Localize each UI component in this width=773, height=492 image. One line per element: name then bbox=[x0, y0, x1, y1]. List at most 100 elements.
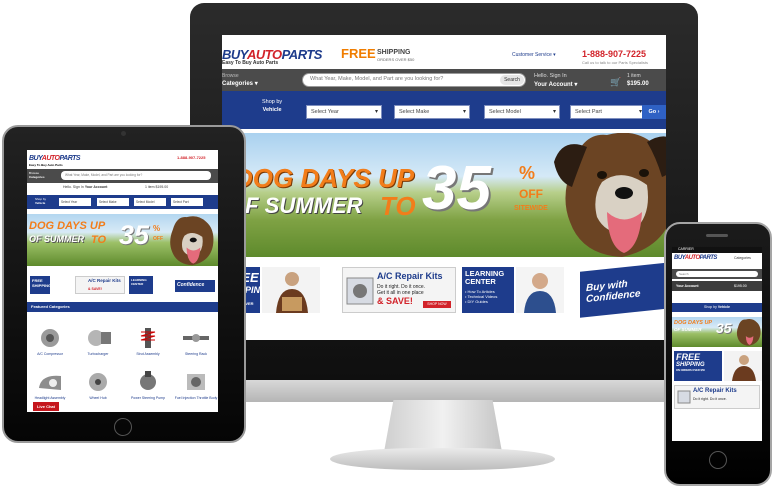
buy-with-confidence-tile[interactable]: Buy with Confidence bbox=[580, 262, 666, 318]
shop-by-vehicle-label: Shop by Vehicle bbox=[262, 99, 283, 113]
tablet-banner-35: 35 bbox=[119, 220, 150, 250]
cat-label-power-steering[interactable]: Power Steering Pump bbox=[126, 396, 170, 400]
banner-headline-1: DOG DAYS UP bbox=[234, 163, 415, 193]
ac-compressor-icon[interactable] bbox=[35, 326, 65, 350]
live-chat-button[interactable]: Live Chat bbox=[33, 402, 59, 411]
cart-icon[interactable]: 🛒 bbox=[610, 77, 621, 88]
chevron-down-icon: ▾ bbox=[574, 82, 578, 88]
shipping-subtext: ORDERS OVER $50 bbox=[377, 57, 415, 62]
tablet-camera bbox=[121, 131, 126, 136]
phone-screen: CARRIER BUYAUTOPARTS Categories Search Y… bbox=[672, 247, 762, 441]
tablet-learning-tile[interactable]: LEARNING CENTER bbox=[129, 276, 153, 294]
featured-categories-header: Featured Categories bbox=[27, 302, 218, 312]
select-make[interactable]: Select Make bbox=[394, 105, 470, 119]
learning-center-tile[interactable]: LEARNING CENTER • How To Articles • Techn… bbox=[462, 267, 514, 313]
ac-kit-image bbox=[346, 277, 374, 305]
categories-menu[interactable]: Categories ▾ bbox=[222, 80, 258, 87]
tablet-banner-off: OFF bbox=[153, 236, 163, 242]
chevron-down-icon: ▾ bbox=[553, 52, 556, 58]
tablet-banner-line1: DOG DAYS UP bbox=[29, 220, 106, 232]
cart-item-count: 1 item bbox=[627, 73, 641, 79]
search-placeholder: What Year, Make, Model, and Part are you… bbox=[310, 76, 444, 82]
phone-carrier: CARRIER bbox=[678, 247, 694, 251]
search-button[interactable]: Search bbox=[500, 75, 524, 85]
phone-categories-menu[interactable]: Categories bbox=[734, 256, 751, 260]
tablet-select-part[interactable]: Select Part bbox=[171, 198, 203, 206]
phone-logo[interactable]: BUYAUTOPARTS bbox=[674, 255, 717, 261]
cat-label-headlight[interactable]: Headlight Assembly bbox=[28, 396, 72, 400]
turbocharger-icon[interactable] bbox=[83, 326, 113, 350]
banner-35: 35 bbox=[422, 154, 491, 223]
phone-cart-price[interactable]: $195.00 bbox=[734, 284, 747, 288]
phone-home-button[interactable] bbox=[709, 451, 727, 469]
phone-promo-banner[interactable]: DOG DAYS UP OF SUMMER 35 bbox=[672, 317, 762, 347]
tablet-select-model[interactable]: Select Model bbox=[134, 198, 166, 206]
promo-tiles: FREE SHIPPING ORDERS OVER $50 A/C Repair… bbox=[222, 262, 666, 319]
headlight-icon[interactable] bbox=[35, 370, 65, 394]
phone-your-account[interactable]: Your Account bbox=[676, 284, 699, 288]
tablet-select-year[interactable]: Select Year bbox=[59, 198, 91, 206]
delivery-person-image bbox=[262, 267, 320, 313]
select-model[interactable]: Select Model bbox=[484, 105, 560, 119]
tablet-browse-categories[interactable]: Browse Categories bbox=[29, 171, 45, 179]
cat-label-ac-compressor[interactable]: A/C Compressor bbox=[28, 352, 72, 356]
desktop-monitor-stand bbox=[384, 400, 502, 452]
phone-shop-by-vehicle[interactable]: Shop by Vehicle bbox=[672, 303, 762, 312]
tablet-shop-by: Shop by Vehicle bbox=[35, 197, 47, 205]
your-account-menu[interactable]: Your Account ▾ bbox=[534, 81, 577, 88]
cat-label-strut-assembly[interactable]: Strut Assembly bbox=[126, 352, 170, 356]
cat-label-throttle-body[interactable]: Fuel Injection Throttle Body bbox=[174, 396, 218, 400]
phone-search-input[interactable]: Search bbox=[676, 271, 758, 277]
free-shipping-label: FREE bbox=[341, 46, 376, 61]
tablet-confidence-tile[interactable]: Confidence bbox=[175, 280, 215, 292]
site-tagline: Easy To Buy Auto Parts bbox=[222, 60, 279, 66]
tablet-phone[interactable]: 1-888-907-7225 bbox=[177, 155, 205, 160]
tablet-banner-to: TO bbox=[91, 234, 107, 246]
strut-assembly-icon[interactable] bbox=[133, 326, 163, 350]
shop-now-button[interactable]: SHOP NOW bbox=[423, 301, 451, 308]
banner-sitewide: SITEWIDE bbox=[514, 205, 548, 212]
customer-service-link[interactable]: Customer Service ▾ bbox=[512, 52, 556, 58]
phone-ac-tile[interactable]: A/C Repair Kits Do it right. Do it once. bbox=[674, 385, 760, 409]
select-year[interactable]: Select Year bbox=[306, 105, 382, 119]
phone-speaker bbox=[706, 234, 728, 237]
power-steering-pump-icon[interactable] bbox=[133, 370, 163, 394]
browse-label: Browse bbox=[222, 73, 239, 79]
chevron-down-icon: ▾ bbox=[254, 81, 258, 87]
banner-off: OFF bbox=[519, 187, 543, 201]
tablet-banner-percent: % bbox=[153, 224, 161, 233]
wheel-hub-icon[interactable] bbox=[83, 370, 113, 394]
tablet-select-make[interactable]: Select Make bbox=[97, 198, 129, 206]
promo-banner[interactable]: DOG DAYS UP OF SUMMER TO 35 % OFF SITEWI… bbox=[222, 133, 666, 257]
tablet-logo[interactable]: BUYAUTOPARTS bbox=[29, 155, 81, 162]
tablet-free-shipping-tile[interactable]: FREE SHIPPING bbox=[30, 276, 51, 294]
tablet-ac-tile[interactable]: A/C Repair Kits & SAVE! bbox=[75, 276, 125, 294]
tablet-account[interactable]: Hello. Sign In Your Account bbox=[63, 185, 107, 189]
banner-headline-2: OF SUMMER bbox=[228, 193, 363, 218]
banner-to: TO bbox=[380, 191, 416, 221]
tablet-promo-banner[interactable]: DOG DAYS UP OF SUMMER TO 35 % OFF bbox=[27, 214, 218, 266]
tablet-cart[interactable]: 1 item $195.00 bbox=[145, 185, 168, 189]
cat-label-steering-rack[interactable]: Steering Rack bbox=[174, 352, 218, 356]
shipping-label: SHIPPING bbox=[377, 49, 411, 56]
cart-total[interactable]: $195.00 bbox=[627, 81, 649, 87]
desktop-monitor-chin bbox=[190, 380, 698, 402]
throttle-body-icon[interactable] bbox=[181, 370, 211, 394]
phone-number[interactable]: 1-888-907-7225 bbox=[582, 49, 646, 59]
banner-percent: % bbox=[519, 163, 536, 183]
sign-in-link[interactable]: Hello. Sign In bbox=[534, 73, 567, 79]
cat-label-wheel-hub[interactable]: Wheel Hub bbox=[76, 396, 120, 400]
dog-image bbox=[554, 133, 666, 257]
tablet-banner-line2: OF SUMMER bbox=[29, 234, 84, 244]
tablet-screen: BUYAUTOPARTS Easy To Buy Auto Parts 1-88… bbox=[27, 150, 218, 412]
phone-delivery-person-image bbox=[724, 351, 762, 381]
mechanic-image bbox=[516, 267, 564, 313]
ac-repair-kits-tile[interactable]: A/C Repair Kits Do it right. Do it once.… bbox=[342, 267, 456, 313]
phone-free-shipping-tile[interactable]: FREE SHIPPING ON ORDERS OVER $50 bbox=[674, 351, 722, 381]
cat-label-turbocharger[interactable]: Turbocharger bbox=[76, 352, 120, 356]
select-part[interactable]: Select Part bbox=[570, 105, 646, 119]
tablet-home-button[interactable] bbox=[114, 418, 132, 436]
steering-rack-icon[interactable] bbox=[181, 326, 211, 350]
go-button[interactable]: Go › bbox=[642, 105, 666, 119]
desktop-screen: BUYAUTOPARTS Easy To Buy Auto Parts FREE… bbox=[222, 35, 666, 340]
